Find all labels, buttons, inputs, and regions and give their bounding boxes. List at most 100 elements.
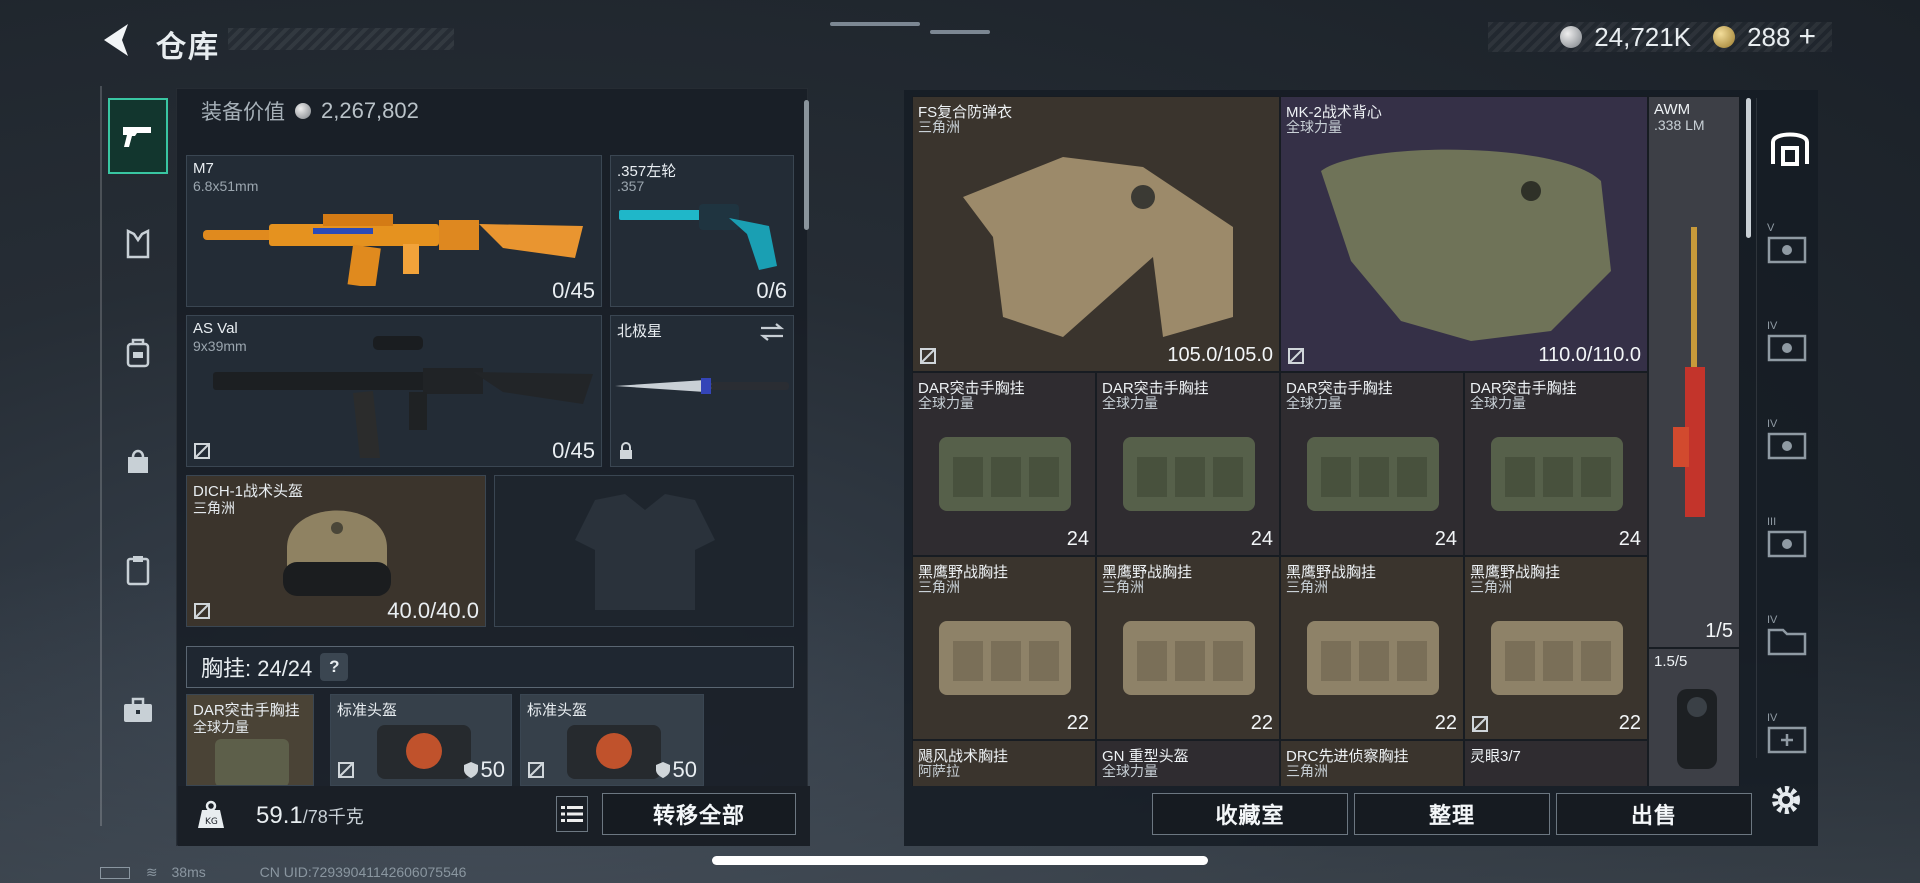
item-faction: 全球力量 [1470, 395, 1526, 411]
stash-tab-2[interactable]: IV [1767, 320, 1813, 364]
item-faction: 全球力量 [1102, 763, 1158, 779]
item-capacity: 22 [1066, 712, 1089, 734]
tab-tier: IV [1767, 614, 1778, 626]
stash-item[interactable]: 黑鹰野战胸挂 三角洲 22 [1280, 556, 1464, 740]
item-faction: 三角洲 [918, 119, 960, 135]
list-view-button[interactable] [556, 796, 588, 832]
armor-placeholder-icon [575, 494, 715, 610]
backpack-icon [126, 338, 150, 368]
home-icon [1771, 132, 1809, 166]
tactical-vest-image [1321, 149, 1611, 341]
stash-tab-all[interactable] [1767, 124, 1813, 168]
help-button[interactable]: ? [320, 653, 349, 681]
stash-item[interactable]: DAR突击手胸挂 全球力量 24 [912, 372, 1096, 556]
stash-item[interactable]: MK-2战术背心 全球力量 110.0/110.0 [1280, 96, 1648, 372]
item-name: 灵眼3/7 [1470, 748, 1521, 765]
stash-box-icon [1767, 432, 1807, 460]
stash-item[interactable]: 飓风战术胸挂 阿萨拉 [912, 740, 1096, 786]
helmet-slot[interactable]: DICH-1战术头盔 三角洲 40.0/40.0 [186, 475, 486, 627]
list-icon [561, 806, 583, 822]
helmet-faction: 三角洲 [193, 500, 235, 516]
carry-weight-max: /78千克 [302, 807, 364, 827]
weapon-caliber: .357 [617, 178, 645, 194]
swap-icon[interactable] [759, 322, 785, 342]
stash-item[interactable]: 灵眼3/7 [1464, 740, 1648, 786]
home-indicator[interactable] [712, 856, 1208, 865]
battery-icon [100, 867, 130, 880]
gold-coin-icon [1713, 26, 1736, 48]
primary-weapon-slot[interactable]: M7 6.8x51mm 0/45 [186, 155, 602, 307]
stash-item[interactable]: 黑鹰野战胸挂 三角洲 22 [1096, 556, 1280, 740]
armor-slot-empty[interactable] [494, 475, 794, 627]
item-faction: 三角洲 [1286, 763, 1328, 779]
nav-tab-case[interactable] [108, 532, 168, 608]
item-capacity: 24 [1618, 528, 1641, 550]
status-bar: ≋ 38ms CN UID:72939041142606075546 [100, 864, 466, 881]
asval-rifle-image [213, 336, 593, 458]
stash-item[interactable]: 1.5/5 [1648, 648, 1740, 786]
collection-room-button[interactable]: 收藏室 [1152, 793, 1348, 835]
sidearm-slot[interactable]: .357左轮 .357 0/6 [610, 155, 794, 307]
chest-item[interactable]: DAR突击手胸挂 全球力量 [186, 694, 314, 786]
sell-button[interactable]: 出售 [1556, 793, 1752, 835]
insured-icon [920, 348, 936, 364]
add-currency-button[interactable]: + [1798, 20, 1816, 54]
equipment-nav [100, 86, 168, 826]
chest-rig-image [215, 739, 289, 785]
chest-rig-image [939, 437, 1071, 511]
stash-tab-add[interactable]: IV [1767, 712, 1813, 756]
item-durability: 105.0/105.0 [1167, 344, 1273, 366]
nav-tab-armor[interactable] [108, 206, 168, 282]
stash-item[interactable]: AWM .338 LM 1/5 [1648, 96, 1740, 648]
stash-box-icon [1767, 530, 1807, 558]
wifi-icon: ≋ [145, 864, 158, 880]
settings-gear-icon[interactable] [1768, 782, 1804, 818]
nav-tab-toolbox[interactable] [108, 672, 168, 748]
nav-tab-backpack[interactable] [108, 314, 168, 390]
item-faction: 三角洲 [1102, 579, 1144, 595]
silver-coin-icon [295, 103, 311, 119]
stash-tab-4[interactable]: III [1767, 516, 1813, 560]
back-button[interactable] [98, 20, 138, 60]
stash-item[interactable]: DAR突击手胸挂 全球力量 24 [1096, 372, 1280, 556]
stash-item[interactable]: DAR突击手胸挂 全球力量 24 [1280, 372, 1464, 556]
stash-item[interactable]: GN 重型头盔 全球力量 [1096, 740, 1280, 786]
nav-tab-bag[interactable] [108, 422, 168, 498]
chest-rig-image [1123, 621, 1255, 695]
stash-item[interactable]: 黑鹰野战胸挂 三角洲 22 [1464, 556, 1648, 740]
weight-icon: KG [198, 800, 224, 828]
chest-item[interactable]: 标准头盔 50 [330, 694, 512, 786]
armor-shield-icon [464, 762, 478, 778]
ping-value: 38ms [171, 864, 206, 880]
item-capacity: 24 [1250, 528, 1273, 550]
stash-item[interactable]: FS复合防弹衣 三角洲 105.0/105.0 [912, 96, 1280, 372]
organize-button[interactable]: 整理 [1354, 793, 1550, 835]
tab-tier: IV [1767, 712, 1778, 724]
item-capacity: 24 [1434, 528, 1457, 550]
stash-item[interactable]: 黑鹰野战胸挂 三角洲 22 [912, 556, 1096, 740]
melee-slot[interactable]: 北极星 [610, 315, 794, 467]
stash-box-icon [1767, 334, 1807, 362]
weapon-name: M7 [193, 160, 214, 177]
chest-rig-image [1123, 437, 1255, 511]
stash-item[interactable]: DRC先进侦察胸挂 三角洲 [1280, 740, 1464, 786]
tab-tier: IV [1767, 320, 1778, 332]
chest-item[interactable]: 标准头盔 50 [520, 694, 704, 786]
stash-tab-5[interactable]: IV [1767, 614, 1813, 658]
stash-tab-3[interactable]: IV [1767, 418, 1813, 462]
stash-item[interactable]: DAR突击手胸挂 全球力量 24 [1464, 372, 1648, 556]
transfer-all-button[interactable]: 转移全部 [602, 793, 796, 835]
secondary-weapon-slot[interactable]: AS Val 9x39mm 0/45 [186, 315, 602, 467]
lock-icon [620, 442, 632, 459]
ceiling-light [830, 22, 920, 26]
stash-scrollbar[interactable] [1746, 98, 1751, 238]
equipment-scrollbar[interactable] [804, 100, 809, 230]
stash-tab-1[interactable]: V [1767, 222, 1813, 266]
melee-name: 北极星 [617, 323, 663, 340]
carry-weight: 59.1/78千克 [256, 802, 364, 830]
currency-bar: 24,721K 288 + [1488, 20, 1832, 54]
scope-image [1677, 689, 1717, 769]
nav-tab-weapons[interactable] [108, 98, 168, 174]
item-faction: 全球力量 [1286, 395, 1342, 411]
item-durability: 110.0/110.0 [1538, 344, 1641, 366]
